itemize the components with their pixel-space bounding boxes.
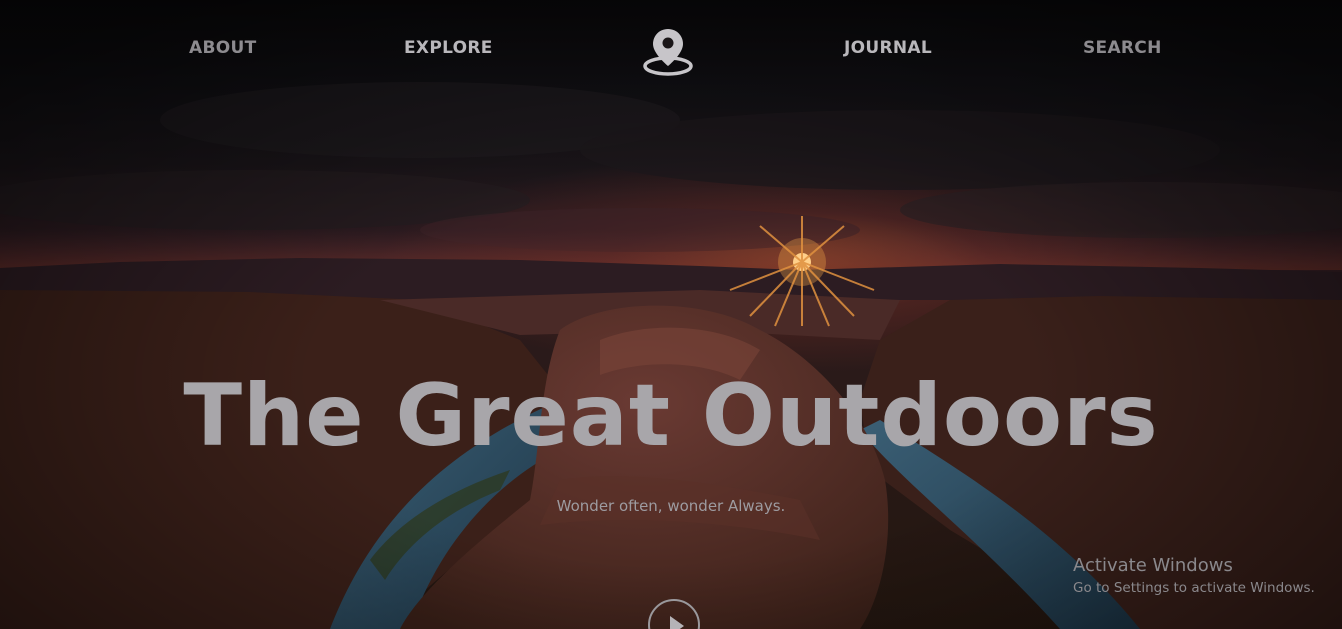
watermark-title: Activate Windows (1073, 555, 1233, 576)
windows-activation-watermark: Activate Windows Go to Settings to activ… (1073, 555, 1315, 596)
hero-section: ABOUT EXPLORE JOURNAL SEARCH The Great O… (0, 0, 1342, 629)
nav-link-about[interactable]: ABOUT (189, 38, 256, 58)
background-scene (0, 82, 1342, 629)
watermark-subtitle: Go to Settings to activate Windows. (1073, 580, 1315, 596)
nav-link-explore[interactable]: EXPLORE (404, 38, 493, 58)
map-pin-icon[interactable] (641, 26, 695, 78)
play-icon (670, 616, 684, 629)
sun-burst (729, 216, 875, 327)
nav-link-search[interactable]: SEARCH (1083, 38, 1162, 58)
nav-link-journal[interactable]: JOURNAL (844, 38, 932, 58)
hero-tagline: Wonder often, wonder Always. (556, 497, 786, 515)
hero-title: The Great Outdoors (183, 366, 1159, 466)
